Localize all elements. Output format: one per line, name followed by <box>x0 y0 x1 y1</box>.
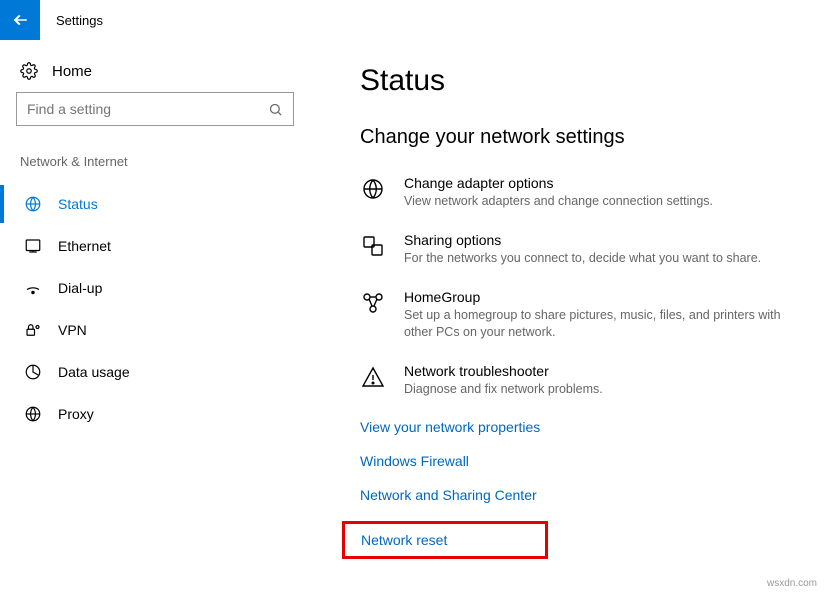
sharing-icon <box>360 233 386 259</box>
data-usage-icon <box>24 363 42 381</box>
sidebar-item-datausage[interactable]: Data usage <box>16 351 294 393</box>
highlight-box: Network reset <box>342 521 548 559</box>
globe-icon <box>360 176 386 202</box>
sidebar: Home Network & Internet Status <box>0 40 310 593</box>
sidebar-item-label: VPN <box>58 322 87 338</box>
option-desc: Diagnose and fix network problems. <box>404 381 807 398</box>
gear-icon <box>20 62 38 80</box>
option-title: HomeGroup <box>404 289 807 305</box>
sidebar-item-dialup[interactable]: Dial-up <box>16 267 294 309</box>
link-network-properties[interactable]: View your network properties <box>360 419 807 435</box>
option-title: Change adapter options <box>404 175 807 191</box>
page-title: Status <box>360 64 807 98</box>
main-content: Status Change your network settings Chan… <box>310 40 827 593</box>
option-homegroup[interactable]: HomeGroup Set up a homegroup to share pi… <box>360 289 807 341</box>
homegroup-icon <box>360 290 386 316</box>
warning-icon <box>360 364 386 390</box>
sidebar-item-status[interactable]: Status <box>16 183 294 225</box>
sidebar-item-label: Status <box>58 196 98 212</box>
vpn-icon <box>24 321 42 339</box>
sidebar-item-label: Dial-up <box>58 280 102 296</box>
section-title: Change your network settings <box>360 126 807 149</box>
status-icon <box>24 195 42 213</box>
link-sharing-center[interactable]: Network and Sharing Center <box>360 487 807 503</box>
search-box[interactable] <box>16 92 294 126</box>
back-button[interactable] <box>0 0 40 40</box>
option-desc: View network adapters and change connect… <box>404 193 807 210</box>
sidebar-item-vpn[interactable]: VPN <box>16 309 294 351</box>
window-title: Settings <box>56 13 103 28</box>
option-sharing[interactable]: Sharing options For the networks you con… <box>360 232 807 267</box>
dialup-icon <box>24 279 42 297</box>
proxy-icon <box>24 405 42 423</box>
option-desc: Set up a homegroup to share pictures, mu… <box>404 307 807 341</box>
option-title: Sharing options <box>404 232 807 248</box>
search-icon <box>268 102 283 117</box>
sidebar-item-proxy[interactable]: Proxy <box>16 393 294 435</box>
attribution: wsxdn.com <box>767 578 817 589</box>
link-windows-firewall[interactable]: Windows Firewall <box>360 453 807 469</box>
search-input[interactable] <box>27 101 268 117</box>
sidebar-item-label: Home <box>52 63 92 80</box>
option-troubleshooter[interactable]: Network troubleshooter Diagnose and fix … <box>360 363 807 398</box>
option-adapter[interactable]: Change adapter options View network adap… <box>360 175 807 210</box>
sidebar-item-label: Ethernet <box>58 238 111 254</box>
sidebar-item-home[interactable]: Home <box>16 58 294 92</box>
ethernet-icon <box>24 237 42 255</box>
sidebar-item-label: Proxy <box>58 406 94 422</box>
option-title: Network troubleshooter <box>404 363 807 379</box>
sidebar-section-label: Network & Internet <box>16 154 294 169</box>
option-desc: For the networks you connect to, decide … <box>404 250 807 267</box>
link-network-reset[interactable]: Network reset <box>361 532 447 548</box>
sidebar-item-label: Data usage <box>58 364 130 380</box>
sidebar-item-ethernet[interactable]: Ethernet <box>16 225 294 267</box>
arrow-left-icon <box>11 11 29 29</box>
window-header: Settings <box>0 0 827 40</box>
